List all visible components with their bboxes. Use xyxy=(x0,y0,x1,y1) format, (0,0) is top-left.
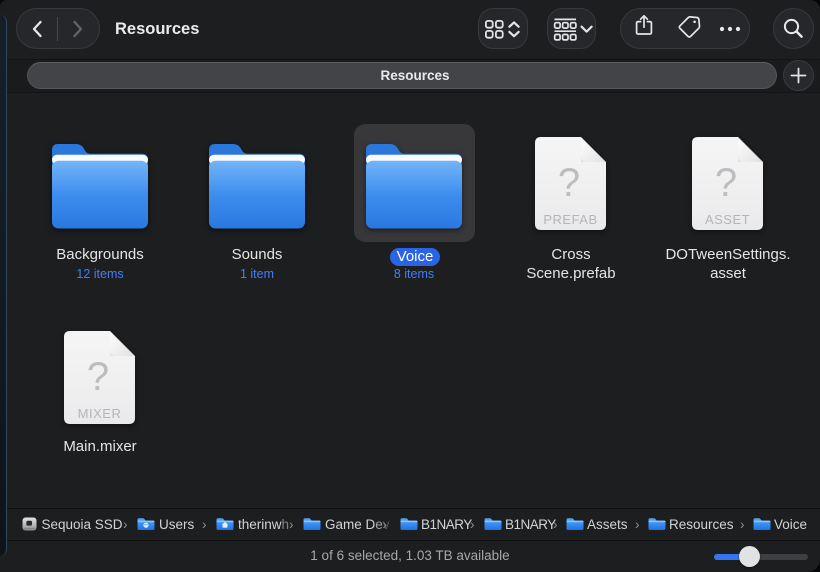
svg-text:?: ? xyxy=(715,161,737,205)
svg-text:?: ? xyxy=(558,161,580,205)
svg-text:MIXER: MIXER xyxy=(78,406,122,421)
svg-text:?: ? xyxy=(87,355,109,399)
svg-text:PREFAB: PREFAB xyxy=(543,212,597,227)
svg-text:ASSET: ASSET xyxy=(705,212,750,227)
